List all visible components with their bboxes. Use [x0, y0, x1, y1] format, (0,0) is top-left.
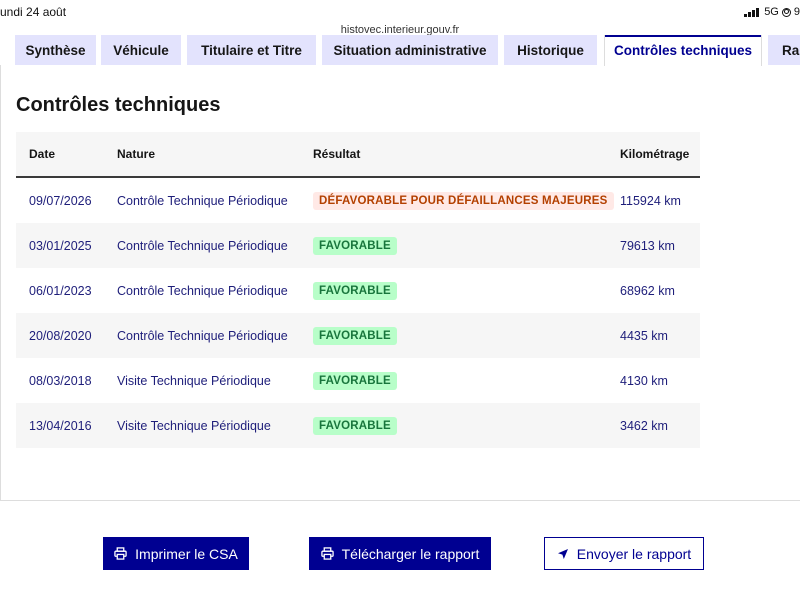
header-km: Kilométrage: [620, 147, 690, 161]
cell-nature: Contrôle Technique Périodique: [117, 283, 288, 298]
table-row: 09/07/2026 Contrôle Technique Périodique…: [16, 178, 700, 223]
printer-icon: [114, 547, 127, 560]
tab-situation-administrative[interactable]: Situation administrative: [322, 35, 498, 65]
cell-date: 13/04/2016: [29, 418, 92, 433]
controles-table: Date Nature Résultat Kilométrage 09/07/2…: [16, 132, 700, 448]
table-row: 20/08/2020 Contrôle Technique Périodique…: [16, 313, 700, 358]
cell-date: 20/08/2020: [29, 328, 92, 343]
print-csa-button[interactable]: Imprimer le CSA: [103, 537, 249, 570]
header-nature: Nature: [117, 147, 156, 161]
status-indicators: 5G 9: [744, 6, 800, 18]
send-report-label: Envoyer le rapport: [576, 545, 692, 562]
cell-km: 68962 km: [620, 283, 675, 298]
table-row: 06/01/2023 Contrôle Technique Périodique…: [16, 268, 700, 313]
table-row: 03/01/2025 Contrôle Technique Périodique…: [16, 223, 700, 268]
cell-date: 08/03/2018: [29, 373, 92, 388]
cell-km: 115924 km: [620, 193, 681, 208]
cell-date: 06/01/2023: [29, 283, 92, 298]
tab-historique[interactable]: Historique: [504, 35, 597, 65]
send-arrow-icon: [557, 548, 568, 559]
cell-nature: Contrôle Technique Périodique: [117, 328, 288, 343]
tab-synthese[interactable]: Synthèse: [15, 35, 96, 65]
cell-nature: Contrôle Technique Périodique: [117, 238, 288, 253]
result-badge: DÉFAVORABLE POUR DÉFAILLANCES MAJEURES: [313, 191, 614, 210]
cell-nature: Visite Technique Périodique: [117, 418, 271, 433]
cell-result: FAVORABLE: [313, 281, 620, 300]
cell-km: 79613 km: [620, 238, 675, 253]
tab-controles-techniques[interactable]: Contrôles techniques: [604, 35, 762, 66]
result-badge: FAVORABLE: [313, 236, 397, 255]
header-result: Résultat: [313, 147, 361, 161]
signal-icon: [744, 7, 760, 17]
cell-date: 09/07/2026: [29, 193, 92, 208]
status-bar: undi 24 août 5G 9: [0, 0, 800, 22]
page-title: Contrôles techniques: [16, 94, 221, 116]
cell-result: FAVORABLE: [313, 371, 620, 390]
cell-result: FAVORABLE: [313, 326, 620, 345]
download-report-label: Télécharger le rapport: [341, 545, 480, 562]
tab-titulaire[interactable]: Titulaire et Titre: [187, 35, 316, 65]
cell-km: 4130 km: [620, 373, 668, 388]
download-report-button[interactable]: Télécharger le rapport: [309, 537, 491, 570]
tab-rapport[interactable]: Rap: [768, 35, 800, 65]
table-row: 08/03/2018 Visite Technique Périodique F…: [16, 358, 700, 403]
table-row: 13/04/2016 Visite Technique Périodique F…: [16, 403, 700, 448]
result-badge: FAVORABLE: [313, 326, 397, 345]
result-badge: FAVORABLE: [313, 416, 397, 435]
tab-vehicule[interactable]: Véhicule: [101, 35, 181, 65]
cell-nature: Visite Technique Périodique: [117, 373, 271, 388]
print-csa-label: Imprimer le CSA: [135, 545, 238, 562]
cell-km: 4435 km: [620, 328, 668, 343]
table-header: Date Nature Résultat Kilométrage: [16, 132, 700, 178]
cell-date: 03/01/2025: [29, 238, 92, 253]
orientation-lock-icon: [781, 7, 791, 17]
send-report-button[interactable]: Envoyer le rapport: [544, 537, 704, 570]
result-badge: FAVORABLE: [313, 281, 397, 300]
cell-km: 3462 km: [620, 418, 668, 433]
header-date: Date: [29, 147, 56, 161]
cell-nature: Contrôle Technique Périodique: [117, 193, 288, 208]
status-time: undi 24 août: [0, 5, 67, 19]
printer-icon: [320, 547, 334, 560]
battery-label: 9: [793, 6, 800, 18]
network-label: 5G: [764, 6, 779, 18]
tab-bar: Synthèse Véhicule Titulaire et Titre Sit…: [0, 35, 800, 66]
cell-result: FAVORABLE: [313, 416, 620, 435]
result-badge: FAVORABLE: [313, 371, 397, 390]
cell-result: FAVORABLE: [313, 236, 620, 255]
cell-result: DÉFAVORABLE POUR DÉFAILLANCES MAJEURES: [313, 191, 620, 210]
